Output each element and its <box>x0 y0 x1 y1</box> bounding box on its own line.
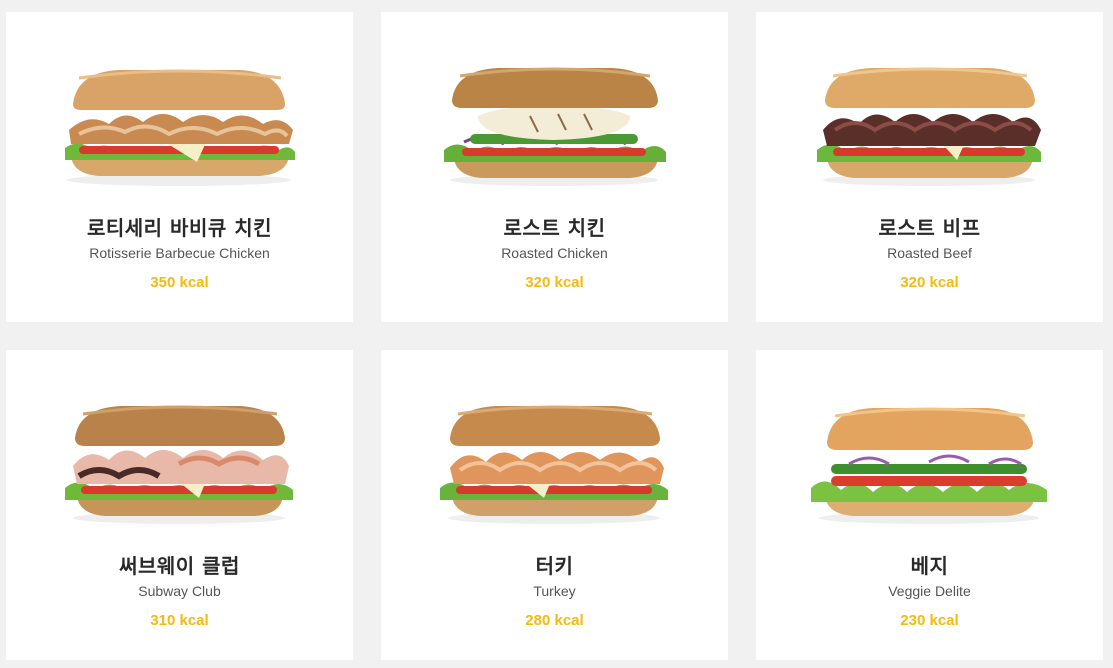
turkey-sandwich-image <box>440 405 668 524</box>
menu-item-name-english: Veggie Delite <box>888 583 971 599</box>
subway-club-sandwich-image <box>65 405 293 524</box>
rotisserie-barbecue-chicken-sandwich-image <box>65 69 295 186</box>
menu-item-name-korean: 로스트 치킨 <box>503 216 606 240</box>
menu-item-name-korean: 터키 <box>535 554 574 578</box>
menu-card-roasted-beef[interactable]: 로스트 비프 Roasted Beef 320 kcal <box>756 12 1103 322</box>
menu-card-subway-club[interactable]: 써브웨이 클럽 Subway Club 310 kcal <box>6 350 353 660</box>
menu-item-name-english: Roasted Beef <box>887 245 972 261</box>
roasted-beef-sandwich-image <box>817 67 1041 186</box>
menu-item-name-english: Subway Club <box>138 583 221 599</box>
veggie-delite-sandwich-image <box>811 407 1047 524</box>
menu-grid: 로티세리 바비큐 치킨 Rotisserie Barbecue Chicken … <box>0 0 1113 668</box>
menu-card-veggie-delite[interactable]: 베지 Veggie Delite 230 kcal <box>756 350 1103 660</box>
menu-item-calories: 280 kcal <box>525 612 584 629</box>
menu-item-name-korean: 로스트 비프 <box>878 216 981 240</box>
menu-card-roasted-chicken[interactable]: 로스트 치킨 Roasted Chicken 320 kcal <box>381 12 728 322</box>
menu-card-turkey[interactable]: 터키 Turkey 280 kcal <box>381 350 728 660</box>
menu-item-calories: 320 kcal <box>525 274 584 291</box>
menu-item-name-korean: 베지 <box>910 554 949 578</box>
menu-item-calories: 320 kcal <box>900 274 959 291</box>
menu-card-rotisserie-barbecue-chicken[interactable]: 로티세리 바비큐 치킨 Rotisserie Barbecue Chicken … <box>6 12 353 322</box>
menu-item-name-korean: 써브웨이 클럽 <box>119 554 240 578</box>
menu-item-name-english: Rotisserie Barbecue Chicken <box>89 245 270 261</box>
menu-item-calories: 310 kcal <box>150 612 209 629</box>
menu-item-calories: 230 kcal <box>900 612 959 629</box>
roasted-chicken-sandwich-image <box>444 67 666 186</box>
menu-item-name-english: Turkey <box>533 583 576 599</box>
menu-item-calories: 350 kcal <box>150 274 209 291</box>
menu-item-name-english: Roasted Chicken <box>501 245 608 261</box>
menu-item-name-korean: 로티세리 바비큐 치킨 <box>86 216 273 240</box>
